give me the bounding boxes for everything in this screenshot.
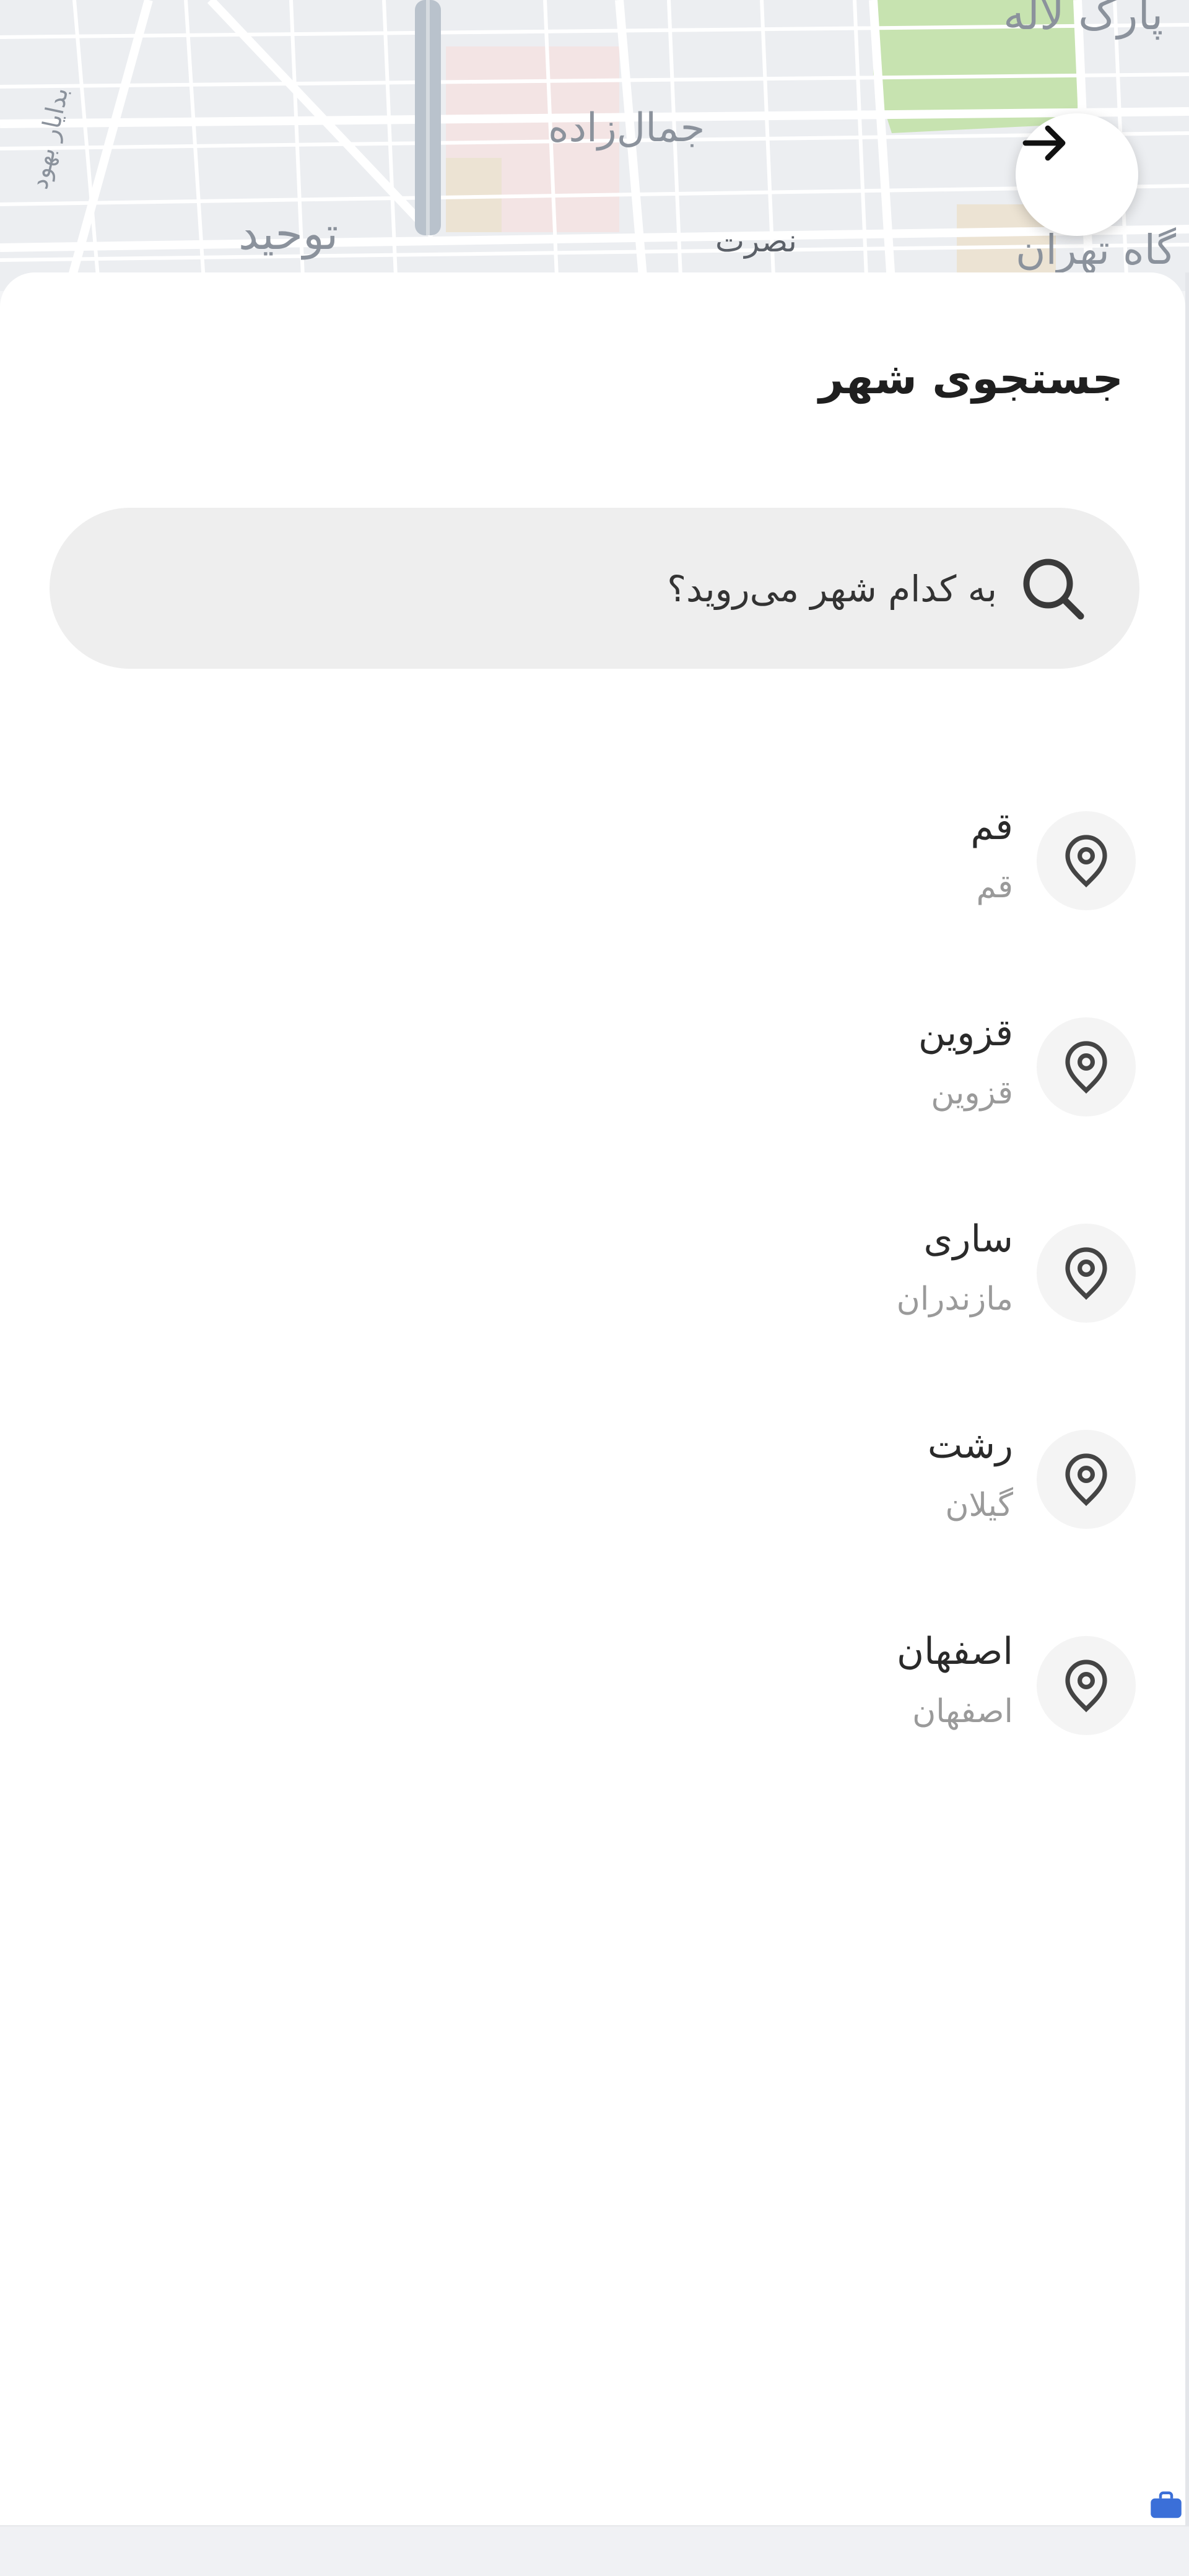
pin-wrap xyxy=(1037,1224,1136,1323)
map-label-park: پارک لاله xyxy=(1003,0,1164,40)
city-search-sheet: جستجوی شهر قم قم قز xyxy=(0,272,1185,2525)
city-province: قم xyxy=(976,868,1013,905)
map-view[interactable]: پارک لاله جمال‌زاده توحید نصرت بدایار به… xyxy=(0,0,1189,291)
search-bar[interactable] xyxy=(50,508,1139,669)
briefcase-icon[interactable] xyxy=(1149,2491,1183,2520)
location-pin-icon xyxy=(1065,1247,1107,1300)
city-name: قزوین xyxy=(918,1011,1013,1055)
map-label-nosrat: نصرت xyxy=(715,223,797,259)
map-label-district: جمال‌زاده xyxy=(548,105,705,151)
location-pin-icon xyxy=(1065,835,1107,888)
city-name: قم xyxy=(970,805,1013,848)
map-label-tehran: گاه تهران xyxy=(1016,226,1177,274)
sheet-title: جستجوی شهر xyxy=(819,353,1123,404)
list-item[interactable]: قزوین قزوین xyxy=(0,1011,1185,1224)
arrow-right-icon xyxy=(1022,125,1066,161)
location-pin-icon xyxy=(1065,1041,1107,1094)
pin-wrap xyxy=(1037,1430,1136,1529)
search-input[interactable] xyxy=(191,539,998,639)
city-province: مازندران xyxy=(896,1281,1013,1318)
back-button[interactable] xyxy=(1016,113,1138,236)
city-list: قم قم قزوین قزوین ساری مازندران رشت گیلا… xyxy=(0,805,1185,1842)
sheet-edge xyxy=(1185,272,1189,2525)
list-item[interactable]: اصفهان اصفهان xyxy=(0,1630,1185,1842)
pin-wrap xyxy=(1037,1017,1136,1116)
list-item[interactable]: قم قم xyxy=(0,805,1185,1017)
city-province: اصفهان xyxy=(912,1693,1013,1730)
location-pin-icon xyxy=(1065,1660,1107,1713)
bottom-bar xyxy=(0,2525,1189,2576)
pin-wrap xyxy=(1037,811,1136,910)
city-name: رشت xyxy=(927,1424,1013,1467)
city-name: ساری xyxy=(923,1217,1014,1261)
search-icon xyxy=(1023,559,1084,620)
map-label-tohid: توحید xyxy=(238,207,339,259)
city-province: قزوین xyxy=(931,1074,1013,1112)
list-item[interactable]: رشت گیلان xyxy=(0,1424,1185,1636)
pin-wrap xyxy=(1037,1636,1136,1735)
city-name: اصفهان xyxy=(897,1630,1013,1673)
location-pin-icon xyxy=(1065,1453,1107,1507)
city-province: گیلان xyxy=(945,1487,1013,1524)
list-item[interactable]: ساری مازندران xyxy=(0,1217,1185,1430)
